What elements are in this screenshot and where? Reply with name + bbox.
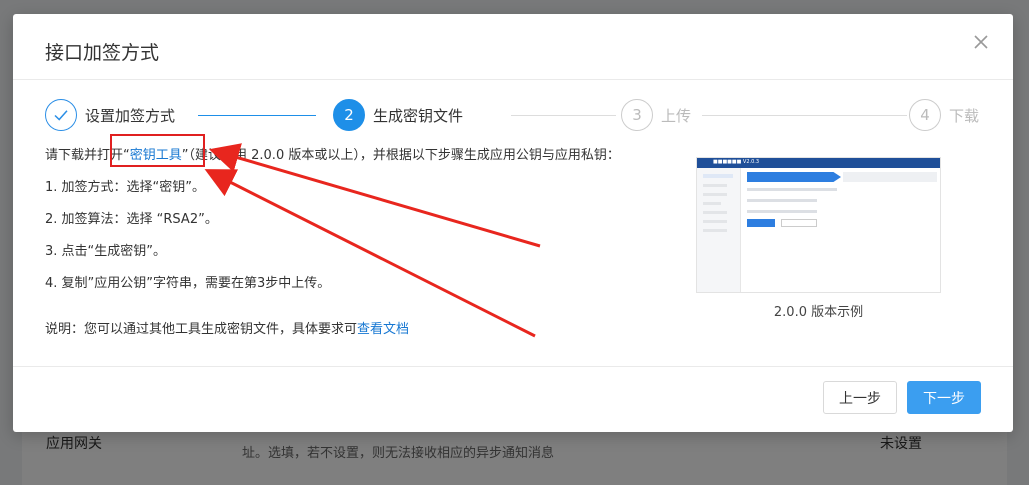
- signing-method-dialog: 接口加签方式 设置加签方式 2 生成密钥文件 3 上传 4 下载 请下载并打开“…: [13, 14, 1013, 432]
- note-text: 说明：您可以通过其他工具生成密钥文件，具体要求可查看文档: [45, 322, 410, 337]
- previous-step-button[interactable]: 上一步: [823, 381, 897, 414]
- dialog-header: 接口加签方式: [13, 14, 1013, 80]
- step-list: 1. 加签方式：选择“密钥”。 2. 加签算法：选择 “RSA2”。 3. 点击…: [45, 178, 685, 294]
- step-1-circle: [45, 99, 77, 131]
- step-4-label: 下载: [949, 106, 980, 125]
- list-item: 2. 加签算法：选择 “RSA2”。: [45, 212, 218, 227]
- view-docs-link[interactable]: 查看文档: [357, 322, 409, 337]
- close-button[interactable]: [969, 30, 993, 54]
- list-item: 1. 加签方式：选择“密钥”。: [45, 180, 206, 195]
- instructions: 请下载并打开“密钥工具”（建议使用 2.0.0 版本或以上），并根据以下步骤生成…: [45, 146, 685, 340]
- step-4-circle: 4: [909, 99, 941, 131]
- step-1: 设置加签方式: [45, 98, 175, 132]
- step-2: 2 生成密钥文件: [333, 98, 463, 132]
- dialog-title: 接口加签方式: [45, 42, 160, 64]
- step-3-circle: 3: [621, 99, 653, 131]
- dialog-footer: 上一步 下一步: [13, 366, 1013, 432]
- tool-preview-image: ■■■■■■ V2.0.3: [696, 157, 941, 293]
- annotation-highlight-box: [110, 134, 205, 167]
- close-icon: [974, 35, 988, 49]
- check-icon: [54, 110, 68, 121]
- list-item: 3. 点击“生成密钥”。: [45, 244, 167, 259]
- step-connector-3: [702, 115, 907, 116]
- step-2-circle: 2: [333, 99, 365, 131]
- step-3: 3 上传: [621, 98, 691, 132]
- step-2-label: 生成密钥文件: [373, 106, 464, 125]
- next-step-button[interactable]: 下一步: [907, 381, 981, 414]
- step-3-label: 上传: [661, 106, 692, 125]
- step-indicator: 设置加签方式 2 生成密钥文件 3 上传 4 下载: [13, 98, 1013, 134]
- step-connector-1: [198, 115, 316, 116]
- preview-caption: 2.0.0 版本示例: [773, 305, 864, 320]
- list-item: 4. 复制”应用公钥”字符串，需要在第3步中上传。: [45, 276, 331, 291]
- step-4: 4 下载: [909, 98, 979, 132]
- step-1-label: 设置加签方式: [85, 106, 176, 125]
- step-connector-2: [511, 115, 616, 116]
